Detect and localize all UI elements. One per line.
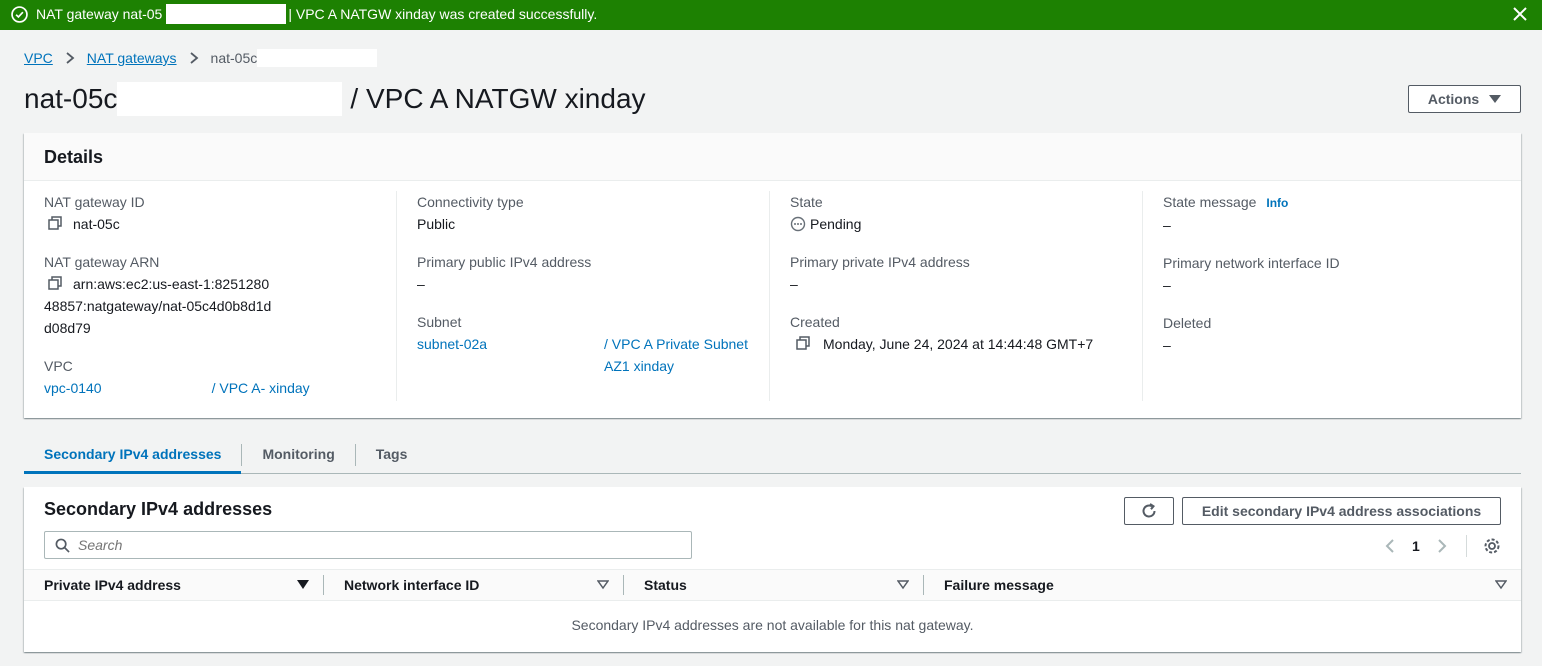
redacted-box (166, 4, 287, 24)
public-ip-value: – (417, 276, 425, 292)
state-value: Pending (790, 213, 1122, 235)
deleted-value: – (1163, 337, 1171, 353)
vpc-link[interactable]: vpc-0140 / VPC A- xinday (44, 377, 376, 399)
column-label: Network interface ID (344, 577, 480, 593)
chevron-right-icon[interactable] (1436, 538, 1448, 554)
chevron-right-icon (66, 52, 75, 64)
subnet-name: / VPC A Private Subnet AZ1 xinday (604, 336, 748, 374)
column-failure-message[interactable]: Failure message (924, 575, 1521, 595)
details-column-1: NAT gateway ID nat-05c NAT gateway ARN a… (24, 191, 397, 401)
subnet-id: subnet-02a (417, 336, 488, 352)
page-number[interactable]: 1 (1412, 538, 1420, 554)
subnet-link[interactable]: subnet-02a / VPC A Private Subnet AZ1 xin… (417, 333, 757, 377)
chevron-right-icon (189, 52, 198, 64)
state-message-value: – (1163, 217, 1171, 233)
table-header: Private IPv4 address Network interface I… (24, 569, 1521, 601)
details-column-2: Connectivity type Public Primary public … (397, 191, 770, 401)
private-ip-value: – (790, 276, 798, 292)
breadcrumb-current: nat-05c (210, 50, 258, 66)
state-message-label-row: State message Info (1163, 191, 1496, 214)
close-icon[interactable] (1510, 4, 1530, 24)
pager-divider (1465, 535, 1467, 557)
search-input[interactable] (78, 537, 658, 553)
chevron-left-icon[interactable] (1384, 538, 1396, 554)
subnet-label: Subnet (417, 314, 462, 330)
actions-button[interactable]: Actions (1408, 85, 1521, 113)
column-private-ipv4[interactable]: Private IPv4 address (24, 575, 324, 595)
redacted-box (117, 82, 343, 116)
search-icon (55, 538, 70, 553)
info-link[interactable]: Info (1266, 196, 1288, 210)
search-field[interactable] (44, 531, 692, 559)
redacted-box (257, 49, 378, 67)
sort-down-icon (297, 580, 309, 589)
page-title-name: / VPC A NATGW xinday (350, 83, 646, 114)
check-circle-icon (11, 6, 28, 23)
column-label: Failure message (944, 577, 1054, 593)
public-ip-label: Primary public IPv4 address (417, 254, 592, 270)
breadcrumb: VPC NAT gateways nat-05c (24, 49, 378, 67)
pagination: 1 (1384, 535, 1501, 557)
details-column-4: State message Info – Primary network inte… (1143, 191, 1516, 401)
nat-id-label: NAT gateway ID (44, 194, 145, 210)
connectivity-value: Public (417, 216, 456, 232)
created-value: Monday, June 24, 2024 at 14:44:48 GMT+7 (823, 336, 1094, 352)
copy-icon[interactable] (796, 336, 811, 351)
pending-icon (790, 216, 806, 232)
state-message-label: State message (1163, 194, 1257, 210)
tab-bar: Secondary IPv4 addresses Monitoring Tags (24, 438, 1521, 474)
eni-value: – (1163, 277, 1171, 293)
breadcrumb-nat-gateways[interactable]: NAT gateways (87, 50, 177, 66)
vpc-label: VPC (44, 358, 73, 374)
state-label: State (790, 194, 823, 210)
empty-table-message: Secondary IPv4 addresses are not availab… (571, 617, 974, 633)
nat-arn-label: NAT gateway ARN (44, 254, 160, 270)
column-network-interface[interactable]: Network interface ID (324, 575, 624, 595)
sort-icon (897, 580, 909, 590)
eni-label: Primary network interface ID (1163, 255, 1340, 271)
details-column-3: State Pending Primary private IPv4 addre… (770, 191, 1143, 401)
sort-icon (1495, 580, 1507, 590)
column-label: Private IPv4 address (44, 577, 181, 593)
refresh-button[interactable] (1124, 497, 1174, 525)
gear-icon[interactable] (1483, 537, 1501, 555)
connectivity-label: Connectivity type (417, 194, 524, 210)
breadcrumb-vpc[interactable]: VPC (24, 50, 53, 66)
sort-icon (597, 580, 609, 590)
tab-tags[interactable]: Tags (356, 438, 428, 473)
edit-secondary-associations-button[interactable]: Edit secondary IPv4 address associations (1182, 497, 1501, 525)
state-text: Pending (810, 216, 862, 232)
column-status[interactable]: Status (624, 575, 924, 595)
page-title: nat-05c / VPC A NATGW xinday (24, 82, 646, 116)
details-panel: Details NAT gateway ID nat-05c NAT gatew… (24, 133, 1521, 418)
nat-arn-value: arn:aws:ec2:us-east-1:825128048857:natga… (44, 276, 272, 336)
nat-id-value: nat-05c (73, 216, 120, 232)
private-ip-label: Primary private IPv4 address (790, 254, 970, 270)
secondary-ipv4-panel: Secondary IPv4 addresses Edit secondary … (24, 487, 1521, 652)
tab-secondary-ipv4[interactable]: Secondary IPv4 addresses (24, 438, 242, 474)
flash-message-suffix: | VPC A NATGW xinday was created success… (288, 6, 598, 22)
page-title-id: nat-05c (24, 83, 118, 114)
details-heading: Details (44, 147, 104, 167)
vpc-id: vpc-0140 (44, 380, 102, 396)
created-label: Created (790, 314, 840, 330)
secondary-heading: Secondary IPv4 addresses (44, 499, 273, 519)
flash-message-prefix: NAT gateway nat-05 (36, 6, 163, 22)
tab-monitoring[interactable]: Monitoring (242, 438, 354, 473)
refresh-icon (1142, 503, 1156, 518)
copy-icon[interactable] (48, 216, 63, 231)
column-label: Status (644, 577, 687, 593)
success-flash-banner: NAT gateway nat-05 | VPC A NATGW xinday … (0, 0, 1542, 30)
deleted-label: Deleted (1163, 315, 1212, 331)
caret-down-icon (1489, 95, 1502, 103)
vpc-name: / VPC A- xinday (211, 380, 310, 396)
actions-button-label: Actions (1427, 91, 1480, 107)
